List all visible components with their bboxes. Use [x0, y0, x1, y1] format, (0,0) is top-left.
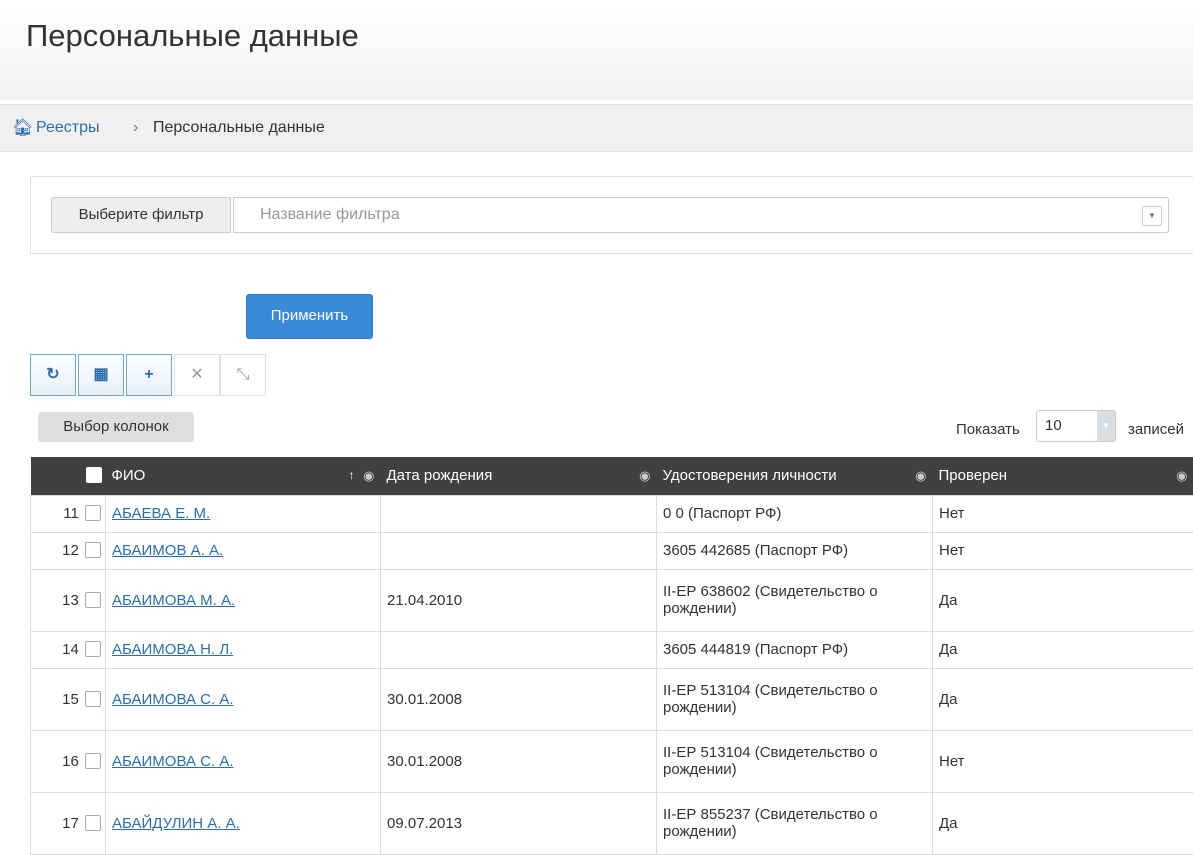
- id-doc-cell: II-ЕР 513104 (Свидетельство о рождении): [657, 668, 933, 730]
- id-doc-cell: 0 0 (Паспорт РФ): [657, 495, 933, 532]
- person-link[interactable]: АБАИМОВА Н. Л.: [112, 641, 233, 658]
- row-number: 16: [62, 753, 79, 770]
- row-checkbox[interactable]: [85, 592, 101, 608]
- show-label: Показать: [956, 421, 1020, 438]
- table-row[interactable]: 12 АБАИМОВ А. А. 3605 442685 (Паспорт РФ…: [31, 532, 1193, 569]
- home-icon[interactable]: 🏠︎: [12, 105, 34, 151]
- breadcrumb-link-registries[interactable]: Реестры: [36, 105, 100, 151]
- table-row[interactable]: 16 АБАИМОВА С. А. 30.01.2008 II-ЕР 51310…: [31, 730, 1193, 792]
- refresh-button[interactable]: ↻: [30, 354, 76, 396]
- row-checkbox[interactable]: [85, 542, 101, 558]
- eye-icon[interactable]: ◉: [363, 468, 374, 484]
- add-button[interactable]: +: [126, 354, 172, 396]
- checked-cell: Нет: [933, 495, 1193, 532]
- id-doc-cell: II-ЕР 513104 (Свидетельство о рождении): [657, 730, 933, 792]
- select-all-header: [31, 457, 106, 495]
- records-label: записей: [1128, 421, 1184, 438]
- collapse-button[interactable]: ⤡: [220, 354, 266, 396]
- row-number: 11: [63, 505, 79, 522]
- row-number: 14: [62, 641, 79, 658]
- row-number: 15: [62, 691, 79, 708]
- birth-date-cell: [381, 532, 657, 569]
- filter-label: Выберите фильтр: [51, 197, 231, 233]
- filter-select-placeholder: Название фильтра: [260, 206, 400, 223]
- row-checkbox[interactable]: [85, 753, 101, 769]
- sort-asc-icon: ↑: [349, 468, 355, 482]
- checked-cell: Нет: [933, 532, 1193, 569]
- eye-icon[interactable]: ◉: [915, 468, 926, 484]
- checked-cell: Да: [933, 631, 1193, 668]
- person-link[interactable]: АБАИМОВА М. А.: [112, 592, 235, 609]
- page-size-value: 10: [1045, 417, 1062, 434]
- columns-select-button[interactable]: Выбор колонок: [38, 412, 194, 442]
- table-row[interactable]: 14 АБАИМОВА Н. Л. 3605 444819 (Паспорт Р…: [31, 631, 1193, 668]
- id-doc-cell: II-ЕР 638602 (Свидетельство о рождении): [657, 569, 933, 631]
- breadcrumb-separator: ›: [133, 105, 138, 151]
- id-doc-cell: 3605 442685 (Паспорт РФ): [657, 532, 933, 569]
- page-title: Персональные данные: [26, 18, 359, 54]
- row-number: 12: [62, 542, 79, 559]
- birth-date-cell: 21.04.2010: [381, 569, 657, 631]
- page-size-select[interactable]: 10 ▼: [1036, 410, 1116, 442]
- row-checkbox[interactable]: [85, 815, 101, 831]
- collapse-icon: ⤡: [237, 366, 250, 383]
- person-link[interactable]: АБАЕВА Е. М.: [112, 505, 210, 522]
- chevron-down-icon[interactable]: ▼: [1142, 206, 1162, 226]
- person-link[interactable]: АБАИМОВ А. А.: [112, 542, 223, 559]
- column-header-id-docs[interactable]: Удостоверения личности ◉: [657, 457, 933, 495]
- table-row[interactable]: 11 АБАЕВА Е. М. 0 0 (Паспорт РФ) Нет: [31, 495, 1193, 532]
- column-header-fio[interactable]: ФИО ↑ ◉: [106, 457, 381, 495]
- breadcrumb: 🏠︎ Реестры › Персональные данные: [0, 104, 1193, 152]
- filter-panel: Выберите фильтр Название фильтра ▼: [30, 176, 1193, 254]
- row-checkbox[interactable]: [85, 641, 101, 657]
- checked-cell: Да: [933, 668, 1193, 730]
- birth-date-cell: [381, 495, 657, 532]
- table-row[interactable]: 15 АБАИМОВА С. А. 30.01.2008 II-ЕР 51310…: [31, 668, 1193, 730]
- person-link[interactable]: АБАИМОВА С. А.: [112, 753, 234, 770]
- birth-date-cell: 30.01.2008: [381, 730, 657, 792]
- page-header: Персональные данные: [0, 0, 1193, 100]
- grid-button[interactable]: ▦: [78, 354, 124, 396]
- row-checkbox[interactable]: [85, 505, 101, 521]
- table-header-row: ФИО ↑ ◉ Дата рождения ◉ Удостоверения ли…: [31, 457, 1193, 495]
- birth-date-cell: 30.01.2008: [381, 668, 657, 730]
- data-table: ФИО ↑ ◉ Дата рождения ◉ Удостоверения ли…: [30, 457, 1193, 855]
- checked-cell: Нет: [933, 730, 1193, 792]
- refresh-icon: ↻: [46, 366, 59, 383]
- row-number: 17: [62, 815, 79, 832]
- grid-icon: ▦: [93, 366, 108, 383]
- row-checkbox[interactable]: [85, 691, 101, 707]
- column-header-birth[interactable]: Дата рождения ◉: [381, 457, 657, 495]
- row-number: 13: [62, 592, 79, 609]
- chevron-down-icon: ▼: [1097, 411, 1115, 441]
- filter-select[interactable]: Название фильтра ▼: [233, 197, 1169, 233]
- close-icon: ✕: [190, 366, 203, 383]
- eye-icon[interactable]: ◉: [639, 468, 650, 484]
- breadcrumb-current: Персональные данные: [153, 105, 325, 151]
- apply-button[interactable]: Применить: [246, 294, 373, 339]
- person-link[interactable]: АБАЙДУЛИН А. А.: [112, 815, 240, 832]
- checked-cell: Да: [933, 569, 1193, 631]
- delete-button[interactable]: ✕: [174, 354, 220, 396]
- birth-date-cell: [381, 631, 657, 668]
- table-row[interactable]: 13 АБАИМОВА М. А. 21.04.2010 II-ЕР 63860…: [31, 569, 1193, 631]
- person-link[interactable]: АБАИМОВА С. А.: [112, 691, 234, 708]
- column-header-checked[interactable]: Проверен ◉: [933, 457, 1193, 495]
- select-all-checkbox[interactable]: [86, 467, 102, 483]
- id-doc-cell: 3605 444819 (Паспорт РФ): [657, 631, 933, 668]
- eye-icon[interactable]: ◉: [1176, 468, 1187, 484]
- plus-icon: +: [144, 366, 153, 383]
